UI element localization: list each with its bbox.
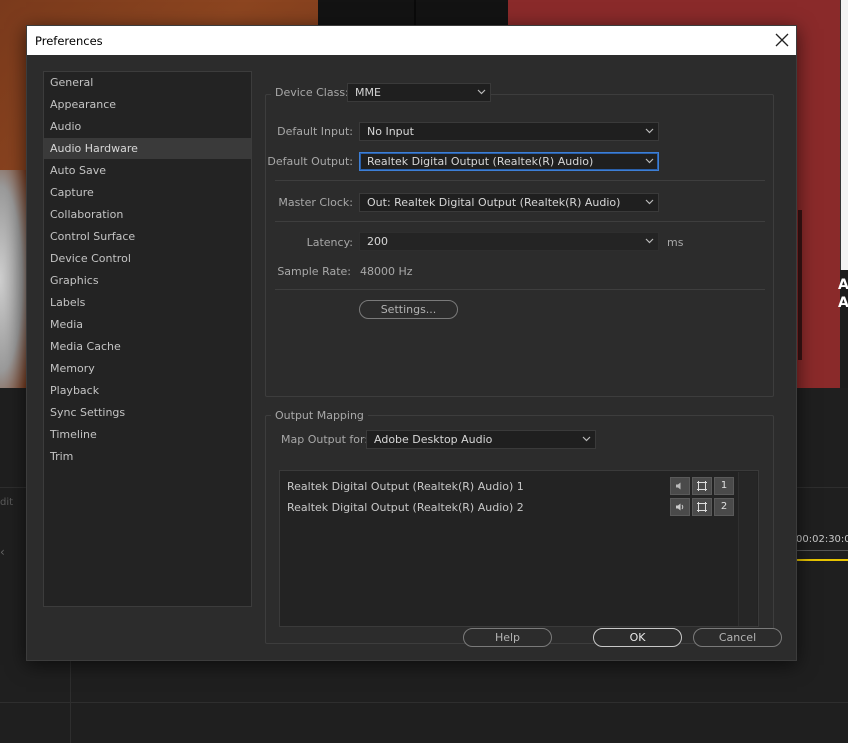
- channel-number-badge[interactable]: 1: [714, 477, 734, 495]
- ok-button[interactable]: OK: [593, 628, 682, 647]
- channel-name: Realtek Digital Output (Realtek(R) Audio…: [287, 480, 524, 493]
- latency-dropdown[interactable]: 200: [359, 232, 659, 251]
- output-channel-list[interactable]: Realtek Digital Output (Realtek(R) Audio…: [279, 470, 759, 627]
- sidebar-item-capture[interactable]: Capture: [44, 182, 251, 203]
- speaker-icon[interactable]: [670, 498, 690, 516]
- master-clock-value: Out: Realtek Digital Output (Realtek(R) …: [367, 196, 621, 209]
- timeline-work-area-bar[interactable]: [796, 559, 848, 561]
- video-subject-shape: [0, 170, 26, 388]
- map-output-for-value: Adobe Desktop Audio: [374, 433, 493, 446]
- sidebar-item-audio[interactable]: Audio: [44, 116, 251, 137]
- sidebar-item-auto-save[interactable]: Auto Save: [44, 160, 251, 181]
- close-button[interactable]: [771, 29, 793, 51]
- output-mapping-label: Output Mapping: [271, 409, 368, 422]
- sidebar-item-collaboration[interactable]: Collaboration: [44, 204, 251, 225]
- master-clock-dropdown[interactable]: Out: Realtek Digital Output (Realtek(R) …: [359, 193, 659, 212]
- crop-frame-icon[interactable]: [692, 498, 712, 516]
- latency-unit: ms: [667, 236, 684, 249]
- default-input-value: No Input: [367, 125, 414, 138]
- sidebar-item-graphics[interactable]: Graphics: [44, 270, 251, 291]
- sidebar-item-general[interactable]: General: [44, 72, 251, 93]
- sidebar-item-memory[interactable]: Memory: [44, 358, 251, 379]
- timeline-timecode: 00:02:30:00: [796, 534, 848, 545]
- device-class-value: MME: [355, 86, 381, 99]
- channel-number-badge[interactable]: 2: [714, 498, 734, 516]
- default-input-label: Default Input:: [277, 125, 353, 138]
- list-item[interactable]: Realtek Digital Output (Realtek(R) Audio…: [280, 498, 758, 518]
- separator: [275, 180, 765, 181]
- default-output-label: Default Output:: [267, 155, 353, 168]
- timeline-edit-label: dit: [0, 497, 14, 508]
- sidebar-item-playback[interactable]: Playback: [44, 380, 251, 401]
- side-overlay-text: AA: [838, 277, 848, 311]
- sidebar-item-control-surface[interactable]: Control Surface: [44, 226, 251, 247]
- separator: [275, 221, 765, 222]
- sidebar-item-labels[interactable]: Labels: [44, 292, 251, 313]
- sidebar-item-appearance[interactable]: Appearance: [44, 94, 251, 115]
- sidebar-item-timeline[interactable]: Timeline: [44, 424, 251, 445]
- default-input-dropdown[interactable]: No Input: [359, 122, 659, 141]
- sidebar-item-media-cache[interactable]: Media Cache: [44, 336, 251, 357]
- latency-label: Latency:: [306, 236, 353, 249]
- chevron-down-icon: [645, 128, 654, 134]
- cancel-button[interactable]: Cancel: [693, 628, 782, 647]
- chevron-down-icon: [645, 238, 654, 244]
- preferences-dialog: Preferences General Appearance Audio Aud…: [26, 25, 797, 661]
- chevron-down-icon: [645, 158, 654, 164]
- dialog-titlebar[interactable]: Preferences: [27, 26, 796, 55]
- map-output-for-label: Map Output for:: [281, 433, 369, 446]
- settings-button[interactable]: Settings...: [359, 300, 458, 319]
- list-item[interactable]: Realtek Digital Output (Realtek(R) Audio…: [280, 477, 758, 497]
- sidebar-item-device-control[interactable]: Device Control: [44, 248, 251, 269]
- sidebar-item-sync-settings[interactable]: Sync Settings: [44, 402, 251, 423]
- sidebar-item-media[interactable]: Media: [44, 314, 251, 335]
- video-edge-strip: [798, 210, 802, 360]
- chevron-left-icon: ‹: [0, 545, 5, 559]
- timeline-divider: [0, 702, 848, 703]
- default-output-value: Realtek Digital Output (Realtek(R) Audio…: [367, 155, 594, 168]
- latency-value: 200: [367, 235, 388, 248]
- timeline-ruler[interactable]: [796, 550, 848, 556]
- sidebar-item-audio-hardware[interactable]: Audio Hardware: [44, 138, 251, 159]
- close-icon: [775, 33, 789, 47]
- crop-frame-icon[interactable]: [692, 477, 712, 495]
- chevron-down-icon: [582, 436, 591, 442]
- default-output-dropdown[interactable]: Realtek Digital Output (Realtek(R) Audio…: [359, 152, 659, 171]
- preferences-category-list: General Appearance Audio Audio Hardware …: [43, 71, 252, 607]
- dialog-title: Preferences: [35, 34, 103, 48]
- channel-name: Realtek Digital Output (Realtek(R) Audio…: [287, 501, 524, 514]
- white-document-area: [840, 0, 848, 270]
- sidebar-item-trim[interactable]: Trim: [44, 446, 251, 467]
- sample-rate-label: Sample Rate:: [277, 265, 351, 278]
- device-class-dropdown[interactable]: MME: [347, 83, 491, 102]
- master-clock-label: Master Clock:: [278, 196, 353, 209]
- speaker-icon[interactable]: [670, 477, 690, 495]
- device-class-label: Device Class:: [271, 86, 353, 99]
- chevron-down-icon: [477, 89, 486, 95]
- chevron-down-icon: [645, 199, 654, 205]
- channel-list-scrollbar[interactable]: [738, 472, 757, 626]
- separator: [275, 289, 765, 290]
- sample-rate-value: 48000 Hz: [360, 265, 413, 278]
- help-button[interactable]: Help: [463, 628, 552, 647]
- map-output-for-dropdown[interactable]: Adobe Desktop Audio: [366, 430, 596, 449]
